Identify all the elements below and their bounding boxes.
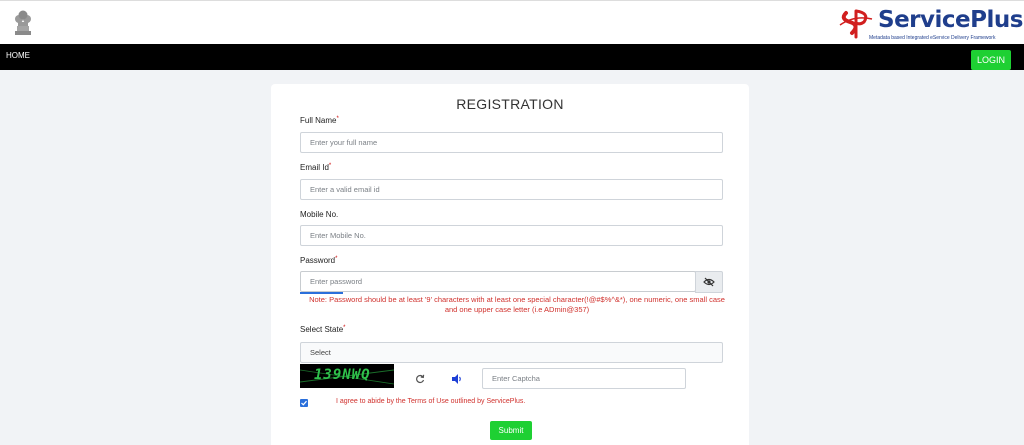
password-focus-underline (300, 292, 343, 294)
refresh-icon[interactable] (415, 374, 425, 384)
captcha-image: 139NWQ (300, 364, 394, 388)
captcha-code: 139NWQ (314, 367, 371, 383)
full-name-label: Full Name* (300, 116, 339, 125)
submit-button[interactable]: Submit (490, 421, 532, 440)
full-name-label-text: Full Name (300, 116, 337, 125)
required-marker: * (328, 163, 332, 169)
mobile-input[interactable]: Enter Mobile No. (300, 225, 723, 246)
page-title: REGISTRATION (456, 96, 564, 112)
required-marker: * (335, 256, 338, 262)
top-navbar: HOME LOGIN (0, 44, 1024, 70)
check-icon (301, 400, 307, 406)
top-header: ServicePlus Metadata based Integrated eS… (0, 0, 1024, 44)
toggle-password-visibility-button[interactable] (695, 271, 723, 293)
terms-checkbox[interactable] (300, 399, 308, 407)
serviceplus-logo: ServicePlus Metadata based Integrated eS… (838, 5, 1023, 43)
email-label-text: Email Id (300, 163, 329, 172)
email-input[interactable]: Enter a valid email id (300, 179, 723, 200)
registration-card: REGISTRATION Full Name* Enter your full … (271, 84, 749, 445)
nav-home-link[interactable]: HOME (6, 51, 30, 60)
login-button[interactable]: LOGIN (971, 50, 1011, 70)
state-label-text: Select State (300, 325, 344, 334)
audio-captcha-icon[interactable] (451, 373, 463, 385)
national-emblem-icon (15, 10, 31, 35)
mobile-label: Mobile No. (300, 210, 339, 219)
eye-slash-icon (703, 277, 715, 287)
password-input[interactable]: Enter password (300, 271, 696, 292)
brand-name: ServicePlus (878, 7, 1023, 33)
required-marker: * (336, 116, 339, 122)
state-label: Select State* (300, 325, 345, 334)
brand-tagline: Metadata based Integrated eService Deliv… (869, 35, 996, 41)
password-label: Password* (300, 256, 337, 265)
full-name-input[interactable]: Enter your full name (300, 132, 723, 153)
email-label: Email Id* (300, 163, 331, 172)
state-select[interactable]: Select (300, 342, 723, 363)
password-label-text: Password (300, 256, 336, 265)
captcha-input[interactable]: Enter Captcha (482, 368, 686, 389)
terms-label: I agree to abide by the Terms of Use out… (336, 398, 526, 405)
password-note: Note: Password should be at least '9' ch… (309, 295, 725, 314)
required-marker: * (343, 325, 346, 331)
